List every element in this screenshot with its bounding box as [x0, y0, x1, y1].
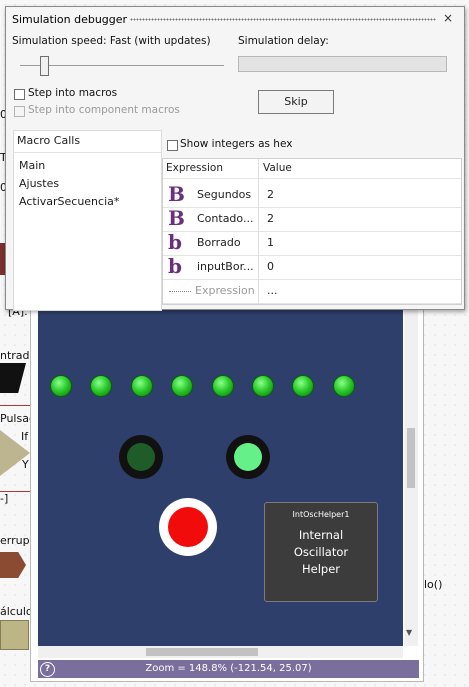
- table-row[interactable]: B Segundos 2: [163, 182, 461, 208]
- column-header-value[interactable]: Value: [263, 162, 292, 174]
- tree-connector: [169, 291, 191, 292]
- divider: [14, 152, 161, 153]
- green-led: [50, 375, 72, 397]
- expression-name: inputBor...: [197, 260, 254, 273]
- expression-value[interactable]: 0: [267, 260, 274, 273]
- indicator-led-off: [119, 435, 163, 479]
- skip-button[interactable]: Skip: [258, 90, 334, 114]
- byte-variable-icon: B: [168, 182, 185, 206]
- indicator-led-on: [226, 435, 270, 479]
- show-hex-checkbox[interactable]: [167, 140, 178, 151]
- green-led: [332, 375, 355, 397]
- delay-label: Simulation delay:: [238, 35, 329, 47]
- green-led: [292, 375, 315, 397]
- window-title: Simulation debugger: [12, 13, 128, 26]
- green-led: [211, 375, 234, 397]
- macro-calls-header: Macro Calls: [17, 134, 81, 147]
- horizontal-scrollbar[interactable]: [38, 646, 403, 658]
- macro-calls-list: Macro Calls Main Ajustes ActivarSecuenci…: [13, 130, 162, 311]
- speed-slider-track[interactable]: [20, 65, 224, 66]
- bg-text: lo(): [424, 578, 443, 591]
- scroll-thumb[interactable]: [146, 648, 258, 656]
- expression-name: Borrado: [197, 236, 241, 249]
- green-led: [171, 375, 194, 397]
- scroll-thumb[interactable]: [407, 428, 415, 488]
- bg-text: Y: [22, 458, 29, 471]
- table-row[interactable]: b Borrado 1: [163, 230, 461, 256]
- speed-slider-thumb[interactable]: [40, 56, 49, 76]
- expression-table: Expression Value B Segundos 2 B Contado.…: [162, 158, 462, 305]
- delay-slider: [238, 56, 447, 72]
- zoom-readout: Zoom = 148.8% (-121.54, 25.07): [145, 663, 312, 674]
- speed-label: Simulation speed: Fast (with updates): [12, 35, 211, 47]
- step-component-macros-label: Step into component macros: [28, 104, 180, 116]
- new-expression-placeholder[interactable]: Expression: [195, 284, 255, 297]
- title-drag-grip[interactable]: [130, 18, 436, 21]
- step-component-macros-checkbox: [14, 106, 25, 117]
- new-expression-value[interactable]: ...: [267, 284, 278, 297]
- expression-name: Segundos: [197, 188, 252, 201]
- oscillator-name: IntOscHelper1: [292, 510, 350, 519]
- bg-text: álculo: [0, 605, 33, 618]
- macro-call-item[interactable]: Ajustes: [19, 177, 59, 190]
- red-push-button[interactable]: [159, 498, 217, 556]
- calculation-shape[interactable]: [0, 620, 29, 650]
- bg-text: -]: [0, 492, 9, 505]
- expression-value[interactable]: 1: [267, 236, 274, 249]
- step-into-macros-label[interactable]: Step into macros: [28, 87, 117, 99]
- table-row[interactable]: b inputBor... 0: [163, 254, 461, 280]
- expression-value[interactable]: 2: [267, 188, 274, 201]
- zoom-status-bar: ? Zoom = 148.8% (-121.54, 25.07): [38, 660, 419, 678]
- interrupt-shape[interactable]: [0, 552, 26, 578]
- oscillator-component[interactable]: IntOscHelper1 Internal Oscillator Helper: [264, 502, 378, 602]
- green-led: [90, 375, 113, 397]
- bool-variable-icon: b: [168, 254, 182, 278]
- table-header-row: Expression Value: [163, 159, 461, 179]
- column-header-expression[interactable]: Expression: [166, 162, 223, 174]
- table-row[interactable]: B Contado... 2: [163, 206, 461, 232]
- green-led: [130, 375, 153, 397]
- macro-call-item[interactable]: ActivarSecuencia*: [19, 195, 119, 208]
- show-hex-label[interactable]: Show integers as hex: [180, 138, 292, 150]
- scroll-down-arrow-icon[interactable]: ▼: [406, 628, 412, 637]
- byte-variable-icon: B: [168, 206, 185, 230]
- io-shape[interactable]: [0, 363, 26, 393]
- new-expression-row[interactable]: Expression ...: [163, 279, 461, 304]
- oscillator-label: Internal Oscillator Helper: [293, 528, 349, 576]
- green-led: [252, 375, 274, 397]
- close-icon[interactable]: ×: [443, 11, 453, 25]
- simulation-debugger-window: Simulation debugger × Simulation speed: …: [5, 6, 465, 311]
- expression-value[interactable]: 2: [267, 212, 274, 225]
- expression-name: Contado...: [197, 212, 254, 225]
- vertical-scrollbar[interactable]: ▼: [404, 310, 418, 646]
- step-into-macros-checkbox[interactable]: [14, 89, 25, 100]
- macro-call-item[interactable]: Main: [19, 159, 45, 172]
- bool-variable-icon: b: [168, 230, 182, 254]
